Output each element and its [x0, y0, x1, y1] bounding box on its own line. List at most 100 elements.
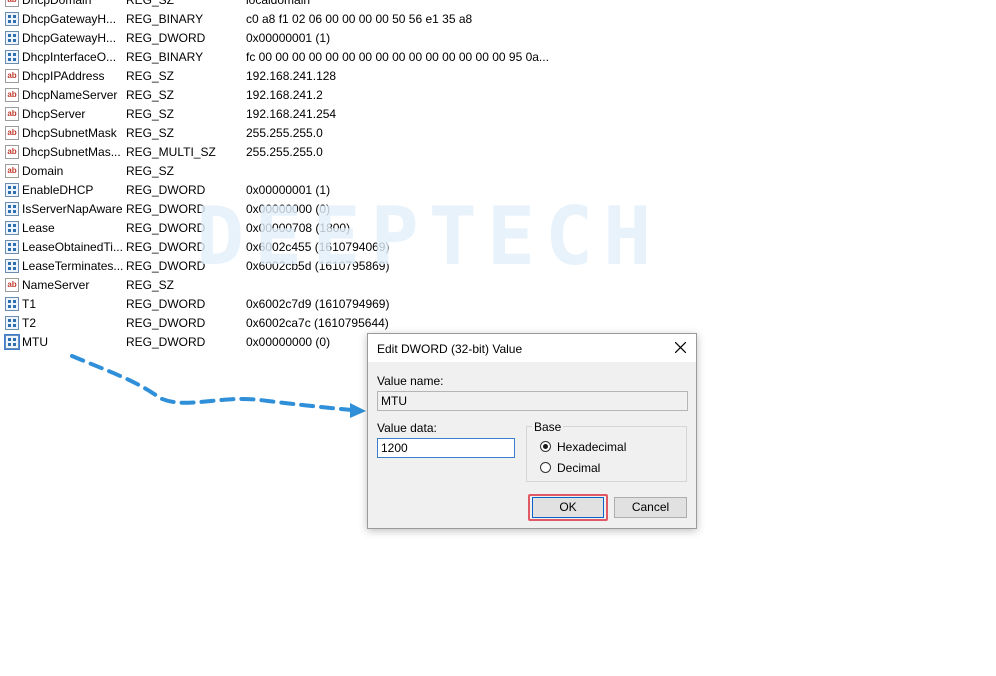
binary-value-icon	[5, 183, 19, 197]
value-name-cell: MTU	[22, 335, 48, 349]
string-value-icon: ab	[5, 107, 19, 121]
value-type-cell: REG_SZ	[126, 88, 175, 102]
registry-row[interactable]: ab DhcpSubnetMas... REG_MULTI_SZ 255.255.25…	[0, 143, 560, 162]
binary-value-icon	[5, 221, 19, 235]
value-name-label: Value name:	[377, 374, 444, 388]
value-name-field[interactable]: MTU	[377, 391, 688, 411]
value-data-cell: 0x6002c455 (1610794069)	[246, 240, 390, 254]
registry-row[interactable]: ab DhcpSubnetMask REG_SZ 255.255.255.0	[0, 124, 560, 143]
binary-bits-icon	[7, 14, 17, 24]
binary-value-icon	[5, 240, 19, 254]
value-name-cell: Domain	[22, 164, 64, 178]
binary-bits-icon	[7, 52, 17, 62]
decimal-label: Decimal	[557, 461, 601, 475]
value-name-cell: DhcpGatewayH...	[22, 12, 117, 26]
value-name-cell: DhcpInterfaceO...	[22, 50, 117, 64]
value-type-cell: REG_SZ	[126, 69, 175, 83]
value-type-cell: REG_BINARY	[126, 50, 204, 64]
value-data-cell: 255.255.255.0	[246, 126, 323, 140]
string-value-icon: ab	[5, 126, 19, 140]
radio-selected-icon	[540, 441, 551, 452]
binary-bits-icon	[7, 299, 17, 309]
binary-bits-icon	[7, 223, 17, 233]
value-type-cell: REG_BINARY	[126, 12, 204, 26]
string-value-icon: ab	[5, 164, 19, 178]
value-name-cell: DhcpDomain	[22, 0, 92, 7]
value-type-cell: REG_DWORD	[126, 240, 206, 254]
registry-row[interactable]: Lease REG_DWORD 0x00000708 (1800)	[0, 219, 560, 238]
value-data-cell: 192.168.241.2	[246, 88, 323, 102]
registry-row[interactable]: LeaseObtainedTi... REG_DWORD 0x6002c455 (1…	[0, 238, 560, 257]
string-value-icon: ab	[5, 0, 19, 7]
binary-bits-icon	[7, 337, 17, 347]
value-name-cell: LeaseObtainedTi...	[22, 240, 123, 254]
close-button[interactable]	[666, 334, 696, 362]
binary-bits-icon	[7, 318, 17, 328]
value-type-cell: REG_DWORD	[126, 202, 206, 216]
hexadecimal-radio[interactable]: Hexadecimal	[540, 440, 670, 456]
value-name-cell: DhcpServer	[22, 107, 86, 121]
string-value-icon: ab	[5, 278, 19, 292]
value-name-cell: Lease	[22, 221, 55, 235]
value-type-cell: REG_SZ	[126, 278, 175, 292]
value-type-cell: REG_DWORD	[126, 297, 206, 311]
binary-value-icon	[5, 297, 19, 311]
registry-row[interactable]: ab DhcpIPAddress REG_SZ 192.168.241.128	[0, 67, 560, 86]
value-data-cell: 192.168.241.128	[246, 69, 337, 83]
registry-row[interactable]: DhcpInterfaceO... REG_BINARY fc 00 00 00 0…	[0, 48, 560, 67]
value-name-cell: DhcpSubnetMask	[22, 126, 117, 140]
value-data-cell: 0x6002ca7c (1610795644)	[246, 316, 389, 330]
value-data-label: Value data:	[377, 421, 437, 435]
value-type-cell: REG_DWORD	[126, 316, 206, 330]
string-value-icon: ab	[5, 69, 19, 83]
registry-row[interactable]: LeaseTerminates... REG_DWORD 0x6002cb5d (1…	[0, 257, 560, 276]
value-data-cell: 0x00000001 (1)	[246, 183, 331, 197]
ok-button[interactable]: OK	[532, 497, 604, 518]
value-name-cell: DhcpIPAddress	[22, 69, 105, 83]
registry-row[interactable]: DhcpGatewayH... REG_DWORD 0x00000001 (1)	[0, 29, 560, 48]
value-type-cell: REG_DWORD	[126, 221, 206, 235]
binary-bits-icon	[7, 185, 17, 195]
binary-value-icon	[5, 12, 19, 26]
registry-row[interactable]: EnableDHCP REG_DWORD 0x00000001 (1)	[0, 181, 560, 200]
dialog-titlebar: Edit DWORD (32-bit) Value	[368, 334, 696, 362]
registry-row[interactable]: ab DhcpServer REG_SZ 192.168.241.254	[0, 105, 560, 124]
value-type-cell: REG_DWORD	[126, 259, 206, 273]
string-value-icon: ab	[5, 88, 19, 102]
binary-value-icon	[5, 316, 19, 330]
binary-bits-icon	[7, 261, 17, 271]
value-name-cell: DhcpGatewayH...	[22, 31, 117, 45]
value-type-cell: REG_SZ	[126, 164, 175, 178]
registry-row[interactable]: DhcpGatewayH... REG_BINARY c0 a8 f1 02 06 …	[0, 10, 560, 29]
binary-bits-icon	[7, 204, 17, 214]
value-name-cell: NameServer	[22, 278, 90, 292]
decimal-radio[interactable]: Decimal	[540, 461, 670, 477]
value-data-cell: 255.255.255.0	[246, 145, 323, 159]
registry-row[interactable]: T1 REG_DWORD 0x6002c7d9 (1610794969)	[0, 295, 560, 314]
value-data-cell: 192.168.241.254	[246, 107, 337, 121]
base-label: Base	[532, 420, 564, 434]
value-name-cell: DhcpNameServer	[22, 88, 118, 102]
value-data-cell: 0x6002c7d9 (1610794969)	[246, 297, 390, 311]
value-type-cell: REG_DWORD	[126, 31, 206, 45]
cancel-button[interactable]: Cancel	[614, 497, 687, 518]
registry-row[interactable]: abDhcpDomain REG_SZ localdomain	[0, 0, 560, 10]
value-type-cell: REG_SZ	[126, 126, 175, 140]
registry-row[interactable]: ab DhcpNameServer REG_SZ 192.168.241.2	[0, 86, 560, 105]
registry-row[interactable]: ab NameServer REG_SZ	[0, 276, 560, 295]
value-data-input[interactable]: 1200	[377, 438, 515, 458]
radio-unselected-icon	[540, 462, 551, 473]
registry-row[interactable]: ab Domain REG_SZ	[0, 162, 560, 181]
value-type-cell: REG_MULTI_SZ	[126, 145, 216, 159]
value-name-cell: DhcpSubnetMas...	[22, 145, 121, 159]
value-type-cell: REG_SZ	[126, 107, 175, 121]
registry-row[interactable]: T2 REG_DWORD 0x6002ca7c (1610795644)	[0, 314, 560, 333]
value-data-cell: 0x00000001 (1)	[246, 31, 331, 45]
edit-dword-dialog: Edit DWORD (32-bit) Value Value name: MT…	[367, 333, 697, 529]
value-data-cell: 0x00000000 (0)	[246, 202, 331, 216]
binary-bits-icon	[7, 242, 17, 252]
value-data-cell: 0x00000708 (1800)	[246, 221, 351, 235]
value-data-cell: 0x6002cb5d (1610795869)	[246, 259, 390, 273]
value-data-cell: c0 a8 f1 02 06 00 00 00 00 50 56 e1 35 a…	[246, 12, 473, 26]
registry-row[interactable]: IsServerNapAware REG_DWORD 0x00000000 (0)	[0, 200, 560, 219]
